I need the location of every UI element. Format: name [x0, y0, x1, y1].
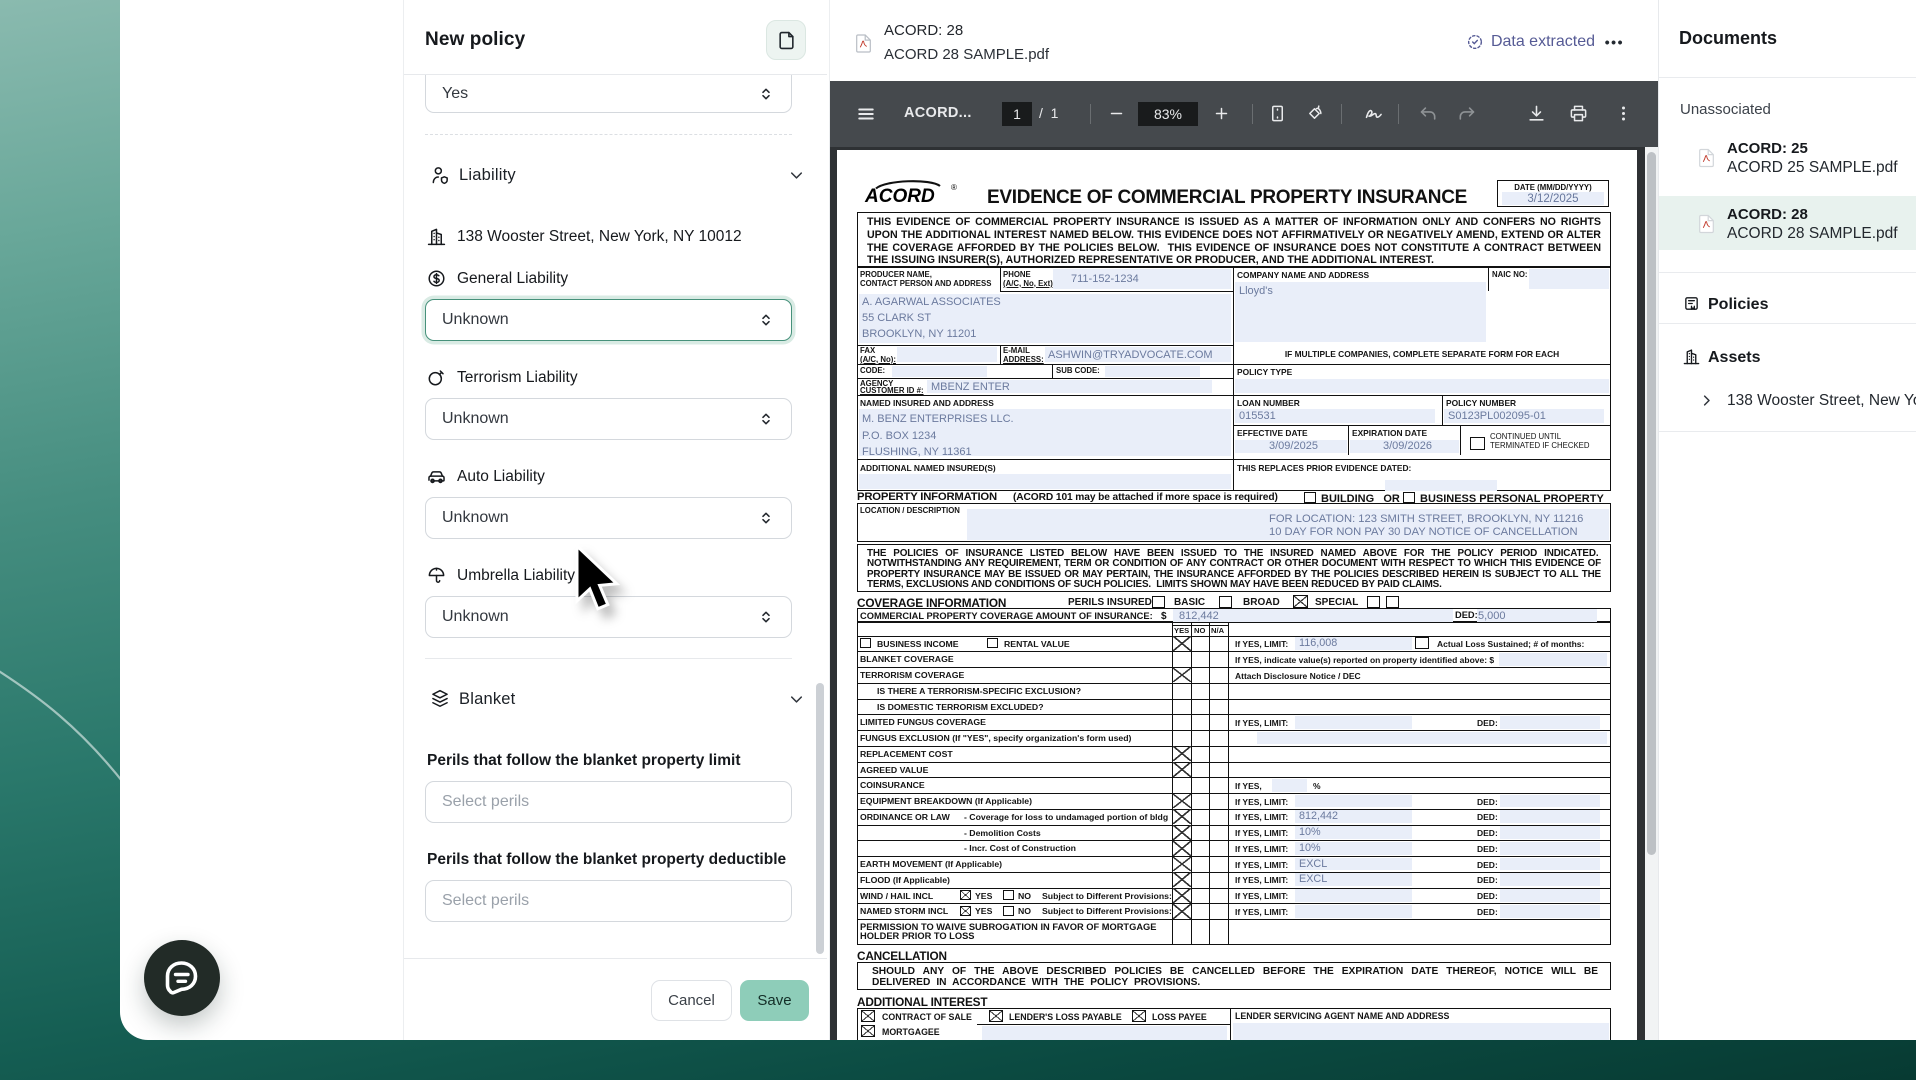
svg-text:ACORD: ACORD: [864, 186, 935, 207]
svg-text:®: ®: [951, 183, 957, 192]
